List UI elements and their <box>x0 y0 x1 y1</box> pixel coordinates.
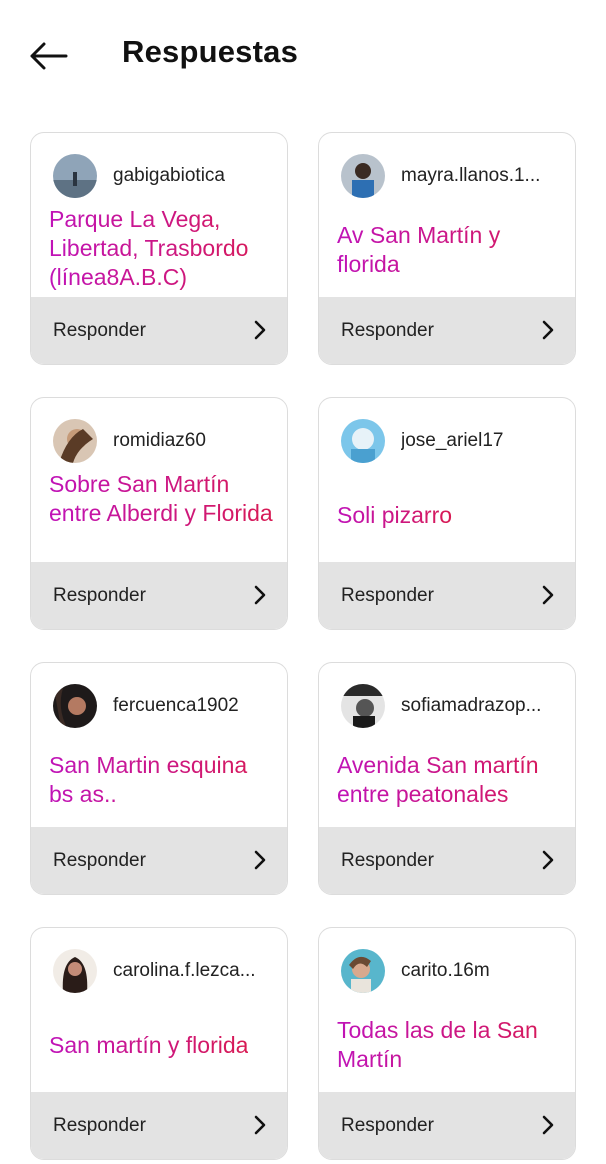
back-arrow-icon <box>30 42 68 70</box>
username[interactable]: carito.16m <box>401 960 490 982</box>
reply-button[interactable]: Responder <box>319 827 575 894</box>
reply-label: Responder <box>53 1114 146 1136</box>
username[interactable]: fercuenca1902 <box>113 695 239 717</box>
chevron-right-icon <box>254 1115 266 1135</box>
response-card: gabigabiotica Parque La Vega, Libertad, … <box>30 132 288 365</box>
username[interactable]: sofiamadrazop... <box>401 695 541 717</box>
avatar[interactable] <box>53 684 97 728</box>
chevron-right-icon <box>254 850 266 870</box>
chevron-right-icon <box>254 585 266 605</box>
chevron-right-icon <box>542 320 554 340</box>
reply-label: Responder <box>53 584 146 606</box>
reply-label: Responder <box>341 584 434 606</box>
avatar[interactable] <box>53 949 97 993</box>
chevron-right-icon <box>542 1115 554 1135</box>
avatar[interactable] <box>341 419 385 463</box>
response-card: jose_ariel17 Soli pizarro Responder <box>318 397 576 630</box>
avatar[interactable] <box>341 154 385 198</box>
avatar[interactable] <box>53 419 97 463</box>
answer-text: Todas las de la San Martín <box>337 1016 563 1074</box>
reply-label: Responder <box>53 319 146 341</box>
response-card: sofiamadrazop... Avenida San martín entr… <box>318 662 576 895</box>
response-card: romidiaz60 Sobre San Martín entre Alberd… <box>30 397 288 630</box>
reply-button[interactable]: Responder <box>31 827 287 894</box>
username[interactable]: jose_ariel17 <box>401 430 503 452</box>
answer-text: Av San Martín y florida <box>337 221 563 279</box>
page-title: Respuestas <box>122 34 299 69</box>
reply-button[interactable]: Responder <box>31 297 287 364</box>
answer-text: Parque La Vega, Libertad, Trasbordo (lín… <box>49 205 275 292</box>
reply-label: Responder <box>53 849 146 871</box>
chevron-right-icon <box>542 850 554 870</box>
reply-label: Responder <box>341 1114 434 1136</box>
reply-button[interactable]: Responder <box>319 1092 575 1159</box>
username[interactable]: romidiaz60 <box>113 430 206 452</box>
response-card: mayra.llanos.1... Av San Martín y florid… <box>318 132 576 365</box>
username[interactable]: carolina.f.lezca... <box>113 960 256 982</box>
username[interactable]: mayra.llanos.1... <box>401 165 540 187</box>
avatar[interactable] <box>53 154 97 198</box>
username[interactable]: gabigabiotica <box>113 165 225 187</box>
reply-button[interactable]: Responder <box>319 297 575 364</box>
avatar[interactable] <box>341 684 385 728</box>
app-header: Respuestas <box>0 0 606 110</box>
chevron-right-icon <box>254 320 266 340</box>
back-button[interactable] <box>22 32 74 80</box>
answer-text: Soli pizarro <box>337 501 453 528</box>
reply-label: Responder <box>341 319 434 341</box>
responses-grid: gabigabiotica Parque La Vega, Libertad, … <box>30 132 577 1160</box>
reply-button[interactable]: Responder <box>31 562 287 629</box>
answer-text: Avenida San martín entre peatonales <box>337 751 563 809</box>
answer-text: San Martin esquina bs as.. <box>49 751 275 809</box>
response-card: carolina.f.lezca... San martín y florida… <box>30 927 288 1160</box>
reply-button[interactable]: Responder <box>319 562 575 629</box>
reply-button[interactable]: Responder <box>31 1092 287 1159</box>
response-card: fercuenca1902 San Martin esquina bs as..… <box>30 662 288 895</box>
avatar[interactable] <box>341 949 385 993</box>
answer-text: San martín y florida <box>49 1031 249 1058</box>
response-card: carito.16m Todas las de la San Martín Re… <box>318 927 576 1160</box>
reply-label: Responder <box>341 849 434 871</box>
answer-text: Sobre San Martín entre Alberdi y Florida <box>49 470 275 528</box>
chevron-right-icon <box>542 585 554 605</box>
